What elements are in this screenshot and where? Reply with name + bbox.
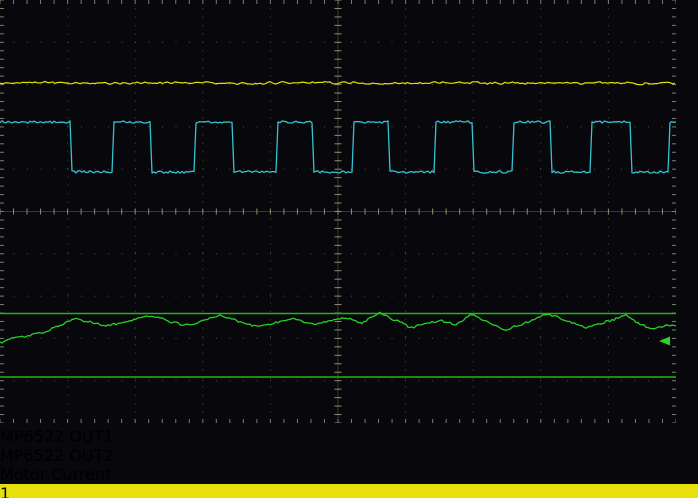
channel1-waveform-label: MP6522 OUT1 (0, 427, 698, 446)
waveform-plot (0, 0, 676, 423)
channel2-waveform-label: MP6522 OUT2 (0, 446, 698, 465)
graticule-display (0, 0, 698, 427)
trigger-level-arrow-icon[interactable] (659, 337, 670, 346)
left-bezel-strip (0, 0, 10, 498)
channel1-position-marker[interactable]: 1 (0, 484, 698, 498)
channel4-waveform-label: Motor Current (0, 465, 698, 484)
oscilloscope-screen: MP6522 OUT1 MP6522 OUT2 Motor Current 1 … (0, 0, 698, 498)
